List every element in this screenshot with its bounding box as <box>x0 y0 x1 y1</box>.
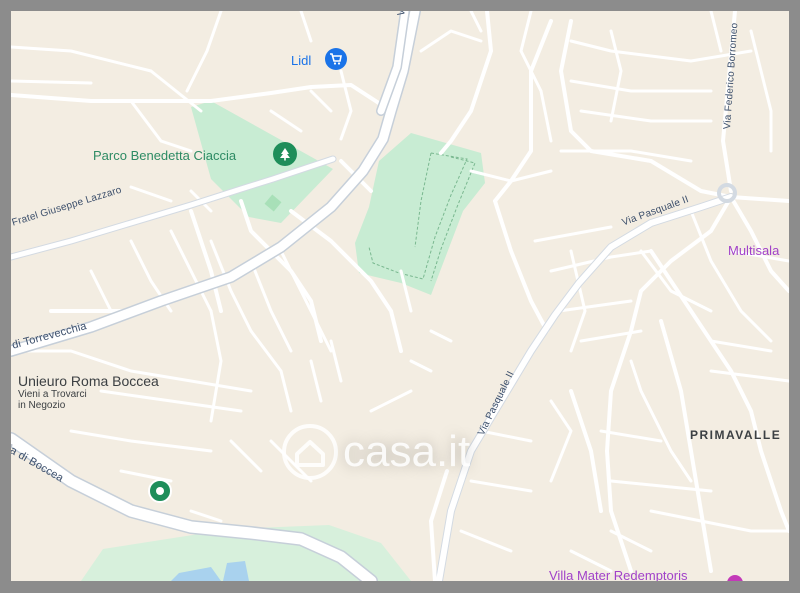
poi-label-unieuro[interactable]: Unieuro Roma Boccea <box>18 374 159 388</box>
poi-label-multisala[interactable]: Multisala <box>728 244 779 257</box>
poi-sublabel-unieuro-line2: in Negozio <box>18 400 66 411</box>
house-logo-icon <box>282 424 338 480</box>
casa-it-watermark: casa.it <box>281 419 541 489</box>
shopping-cart-icon[interactable] <box>325 48 347 70</box>
poi-label-parco-benedetta-ciaccia[interactable]: Parco Benedetta Ciaccia <box>93 149 236 162</box>
map-canvas[interactable] <box>11 11 789 581</box>
major-roads <box>11 11 737 581</box>
location-pin-icon[interactable] <box>148 479 172 503</box>
poi-sublabel-unieuro-line1: Vieni a Trovarci <box>18 389 87 400</box>
map-viewport[interactable]: Fratel Giuseppe Lazzaro di Torrevecchia … <box>11 11 789 581</box>
poi-label-villa-mater-redemptoris[interactable]: Villa Mater Redemptoris <box>549 569 687 581</box>
watermark-text: casa.it <box>343 427 471 476</box>
poi-label-lidl[interactable]: Lidl <box>291 54 311 67</box>
district-label-primavalle: PRIMAVALLE <box>690 428 782 442</box>
tree-icon[interactable] <box>273 142 297 166</box>
